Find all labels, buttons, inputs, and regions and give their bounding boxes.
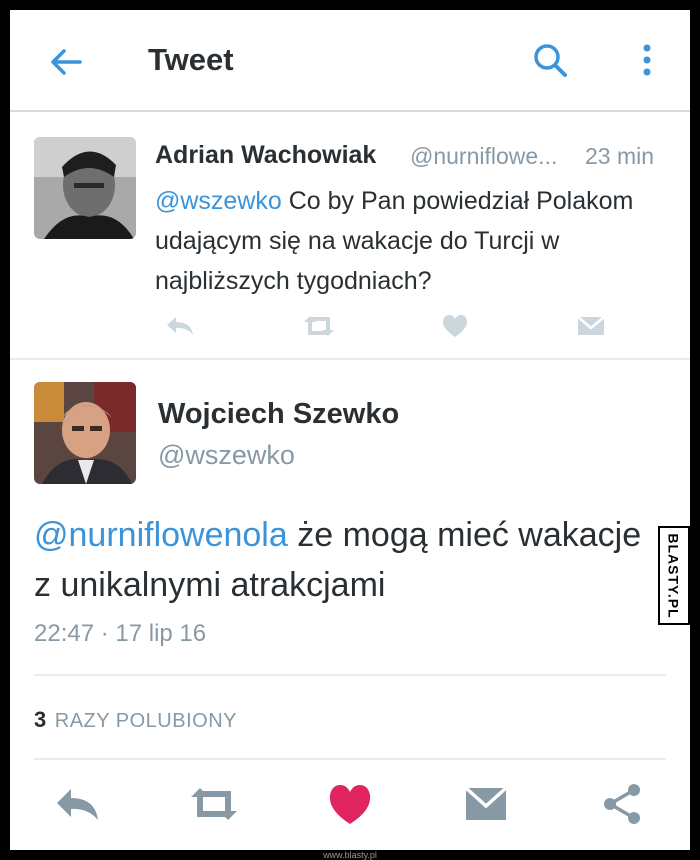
dm-icon[interactable] [573,311,609,341]
back-arrow-icon[interactable] [46,42,86,82]
more-vertical-icon[interactable] [630,40,664,80]
search-icon[interactable] [530,40,570,80]
likes-label: RAZY POLUBIONY [54,710,237,732]
divider [34,674,666,676]
author-name[interactable]: Adrian Wachowiak [155,141,376,170]
reply-icon[interactable] [52,780,104,828]
author-name[interactable]: Wojciech Szewko [158,398,399,431]
top-bar: Tweet [10,10,690,112]
share-icon[interactable] [596,780,648,828]
likes-count: 3 [34,707,47,732]
watermark-footer: www.blasty.pl [323,850,377,860]
tweet-time: 23 min [585,143,655,169]
parent-tweet[interactable]: Adrian Wachowiak @nurniflowe... 23 min @… [10,113,690,360]
tweet-actions [50,780,650,828]
mention-link[interactable]: @nurniflowenola [34,516,288,554]
watermark-side-text: BLASTY.PL [666,532,683,619]
page-title: Tweet [148,42,234,77]
avatar[interactable] [34,382,136,484]
retweet-icon[interactable] [301,311,337,341]
reply-icon[interactable] [163,311,199,341]
retweet-icon[interactable] [188,780,240,828]
mention-link[interactable]: @wszewko [155,187,282,215]
tweet-actions [155,311,615,341]
author-handle[interactable]: @wszewko [158,440,295,471]
dm-icon[interactable] [460,780,512,828]
divider [34,758,666,760]
author-handle[interactable]: @nurniflowe... [410,143,557,170]
watermark-side: BLASTY.PL [658,526,690,625]
heart-icon[interactable] [324,780,376,828]
tweet-timestamp: 22:47 · 17 lip 16 [34,620,207,647]
tweet-screen: Tweet Adrian Wachowiak @nurniflowe... 23… [10,10,690,850]
tweet-text: @nurniflowenola że mogą mieć wakacje z u… [34,510,654,610]
likes-summary[interactable]: 3 RAZY POLUBIONY [34,707,237,733]
tweet-text: @wszewko Co by Pan powiedział Polakom ud… [155,181,675,301]
avatar[interactable] [34,137,136,239]
heart-icon[interactable] [437,311,473,341]
